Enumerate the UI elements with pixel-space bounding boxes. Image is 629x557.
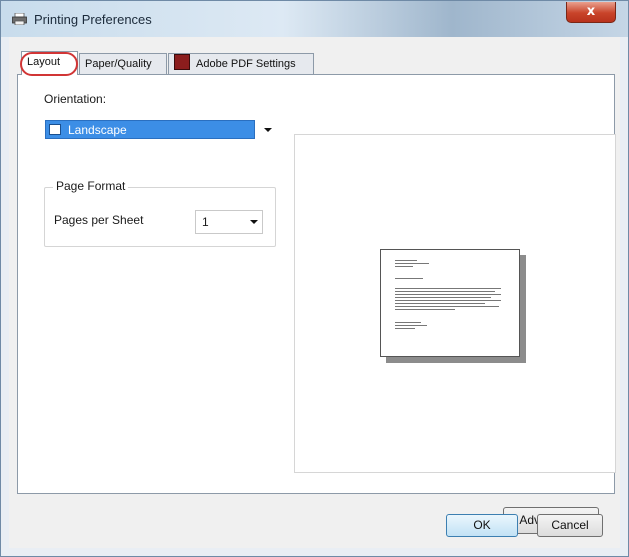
title-bar: Printing Preferences x <box>1 1 628 37</box>
orientation-selected-value: Landscape <box>45 120 255 139</box>
orientation-dropdown[interactable]: Landscape <box>45 120 277 139</box>
window-title: Printing Preferences <box>34 12 152 27</box>
ok-button[interactable]: OK <box>446 514 518 537</box>
pages-per-sheet-value: 1 <box>202 215 209 229</box>
dialog-body: Layout Paper/Quality Adobe PDF Settings … <box>9 37 620 548</box>
pages-per-sheet-label: Pages per Sheet <box>54 213 144 227</box>
adobe-pdf-icon <box>174 54 190 70</box>
printing-preferences-window: Printing Preferences x Layout Paper/Qual… <box>0 0 629 557</box>
page-preview-thumbnail <box>380 249 520 357</box>
layout-preview-pane <box>294 134 616 473</box>
tab-adobe-pdf-settings-label: Adobe PDF Settings <box>196 58 296 70</box>
printer-icon <box>12 13 27 25</box>
tab-adobe-pdf-settings[interactable]: Adobe PDF Settings <box>168 53 314 74</box>
layout-tab-panel: Orientation: Landscape Page Format Pages… <box>17 74 616 534</box>
pages-per-sheet-dropdown[interactable]: 1 <box>195 210 263 234</box>
chevron-down-icon[interactable] <box>250 220 258 224</box>
layout-tab-highlight-circle <box>20 52 78 76</box>
chevron-down-icon[interactable] <box>264 128 272 132</box>
tab-paper-quality-label: Paper/Quality <box>85 58 152 70</box>
cancel-button[interactable]: Cancel <box>537 514 603 537</box>
page-format-title: Page Format <box>53 179 129 193</box>
orientation-value: Landscape <box>68 123 127 137</box>
page-format-group: Page Format Pages per Sheet 1 <box>44 179 276 247</box>
orientation-label: Orientation: <box>44 92 107 106</box>
tab-paper-quality[interactable]: Paper/Quality <box>79 53 167 74</box>
close-button[interactable]: x <box>566 2 616 23</box>
landscape-icon <box>49 124 61 135</box>
